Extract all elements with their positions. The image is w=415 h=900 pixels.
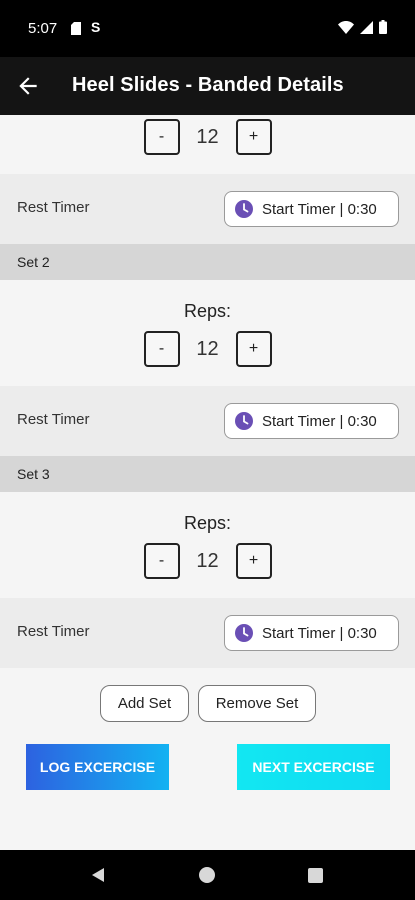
- app-bar: Heel Slides - Banded Details: [0, 57, 415, 115]
- set-title: Set 2: [17, 254, 50, 270]
- next-exercise-button[interactable]: NEXT EXCERCISE: [237, 744, 390, 790]
- decrement-button[interactable]: -: [143, 331, 180, 367]
- rest-timer-row-set-3: Rest Timer Start Timer | 0:30: [0, 598, 415, 668]
- rest-timer-label: Rest Timer: [17, 623, 90, 640]
- start-timer-button[interactable]: Start Timer | 0:30: [224, 615, 399, 651]
- set-header: Set 3: [0, 456, 415, 492]
- remove-set-button[interactable]: Remove Set: [198, 685, 316, 722]
- start-timer-label: Start Timer | 0:30: [262, 200, 377, 218]
- status-icons: [338, 20, 387, 34]
- battery-icon: [379, 20, 387, 34]
- rep-count: 12: [196, 337, 219, 360]
- start-timer-label: Start Timer | 0:30: [262, 412, 377, 430]
- nav-home-icon[interactable]: [199, 867, 215, 883]
- start-timer-button[interactable]: Start Timer | 0:30: [224, 403, 399, 439]
- nav-recents-icon[interactable]: [308, 868, 323, 883]
- clock-icon: [235, 624, 253, 642]
- signal-icon: [360, 20, 373, 34]
- rest-timer-label: Rest Timer: [17, 411, 90, 428]
- increment-button[interactable]: +: [235, 119, 272, 155]
- clock-icon: [235, 200, 253, 218]
- back-arrow-icon[interactable]: [15, 73, 41, 99]
- nav-back-icon[interactable]: [90, 867, 106, 883]
- clock-icon: [235, 412, 253, 430]
- app-notification-icon: S: [91, 19, 101, 35]
- log-exercise-button[interactable]: LOG EXCERCISE: [26, 744, 169, 790]
- add-set-button[interactable]: Add Set: [100, 685, 189, 722]
- page-title: Heel Slides - Banded Details: [72, 74, 344, 96]
- status-time: 5:07: [28, 20, 58, 37]
- rest-timer-row-set-1: Rest Timer Start Timer | 0:30: [0, 174, 415, 244]
- rest-timer-label: Rest Timer: [17, 199, 90, 216]
- reps-label: Reps:: [183, 513, 232, 533]
- reps-label: Reps:: [183, 301, 232, 321]
- set-title: Set 3: [17, 466, 50, 482]
- increment-button[interactable]: +: [235, 543, 272, 579]
- system-nav-bar: [0, 850, 415, 900]
- rest-timer-row-set-2: Rest Timer Start Timer | 0:30: [0, 386, 415, 456]
- increment-button[interactable]: +: [235, 331, 272, 367]
- decrement-button[interactable]: -: [143, 119, 180, 155]
- sets-list[interactable]: - 12 + Rest Timer Start Timer | 0:30 Set…: [0, 115, 415, 850]
- start-timer-label: Start Timer | 0:30: [262, 624, 377, 642]
- status-bar: 5:07 S: [0, 0, 415, 57]
- wifi-icon: [338, 20, 354, 34]
- rep-count: 12: [196, 125, 219, 148]
- rep-stepper-set-3: - 12 +: [0, 543, 415, 579]
- set-header: Set 2: [0, 244, 415, 280]
- rep-stepper-set-1: - 12 +: [0, 119, 415, 155]
- rep-count: 12: [196, 549, 219, 572]
- rep-stepper-set-2: - 12 +: [0, 331, 415, 367]
- start-timer-button[interactable]: Start Timer | 0:30: [224, 191, 399, 227]
- decrement-button[interactable]: -: [143, 543, 180, 579]
- sd-card-icon: [71, 22, 81, 35]
